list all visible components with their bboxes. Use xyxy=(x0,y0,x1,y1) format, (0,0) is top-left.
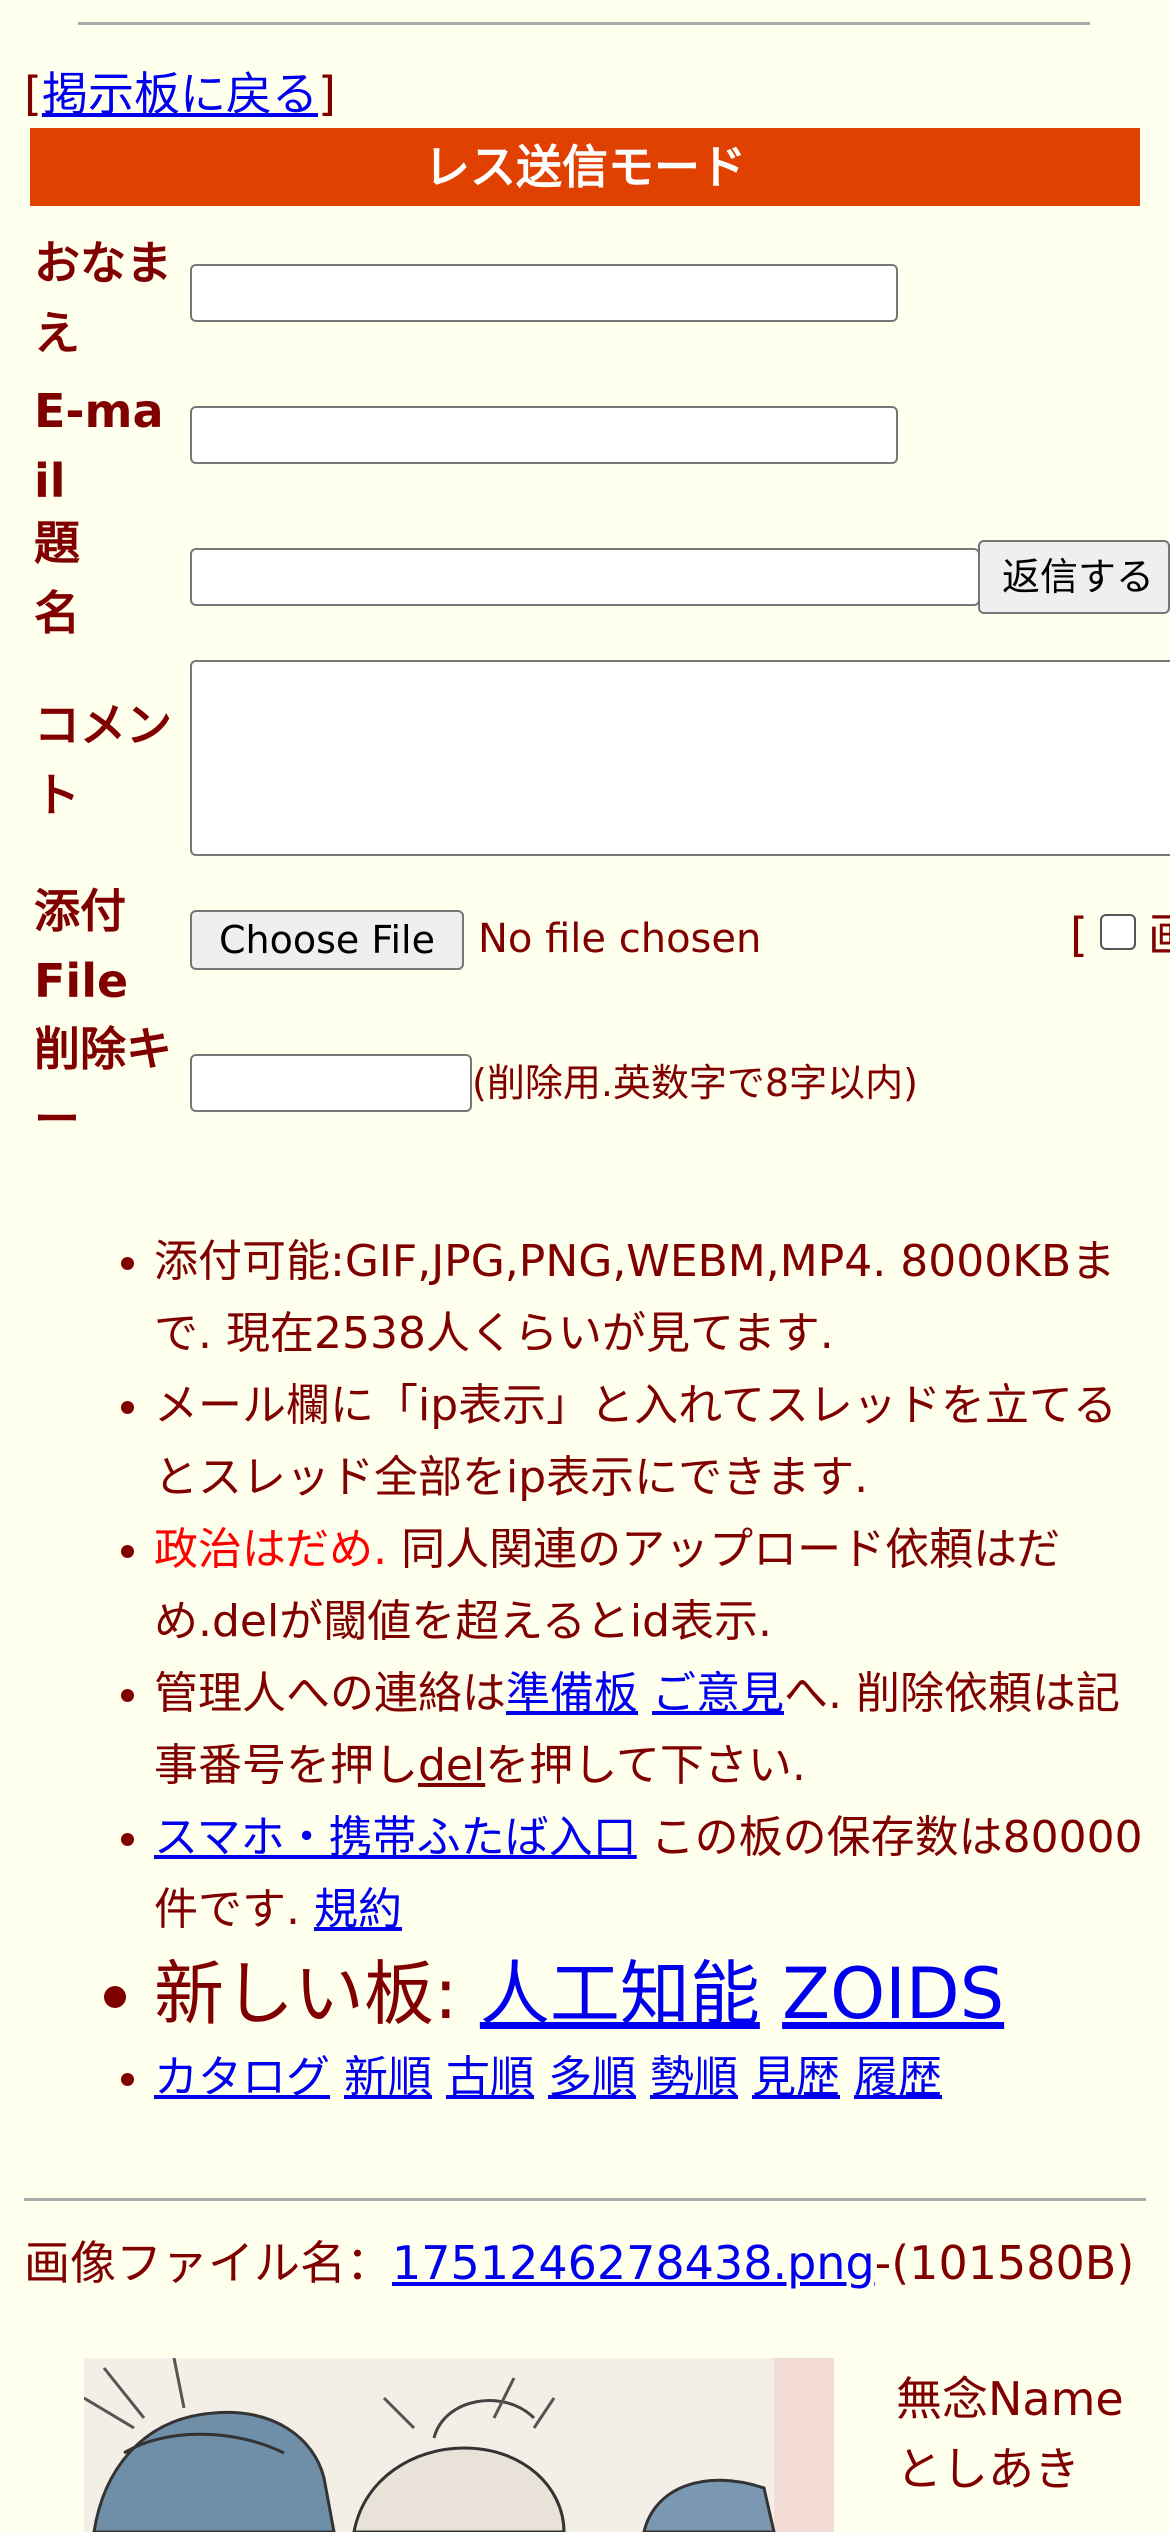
option-bracket: [ xyxy=(1070,908,1088,962)
prep-board-link[interactable]: 準備板 xyxy=(506,1668,638,1719)
info-item-mobile: スマホ・携帯ふたば入口 この板の保存数は80000件です. 規約 xyxy=(154,1802,1150,1946)
post-thumbnail-image[interactable] xyxy=(84,2358,834,2532)
new-board-link-zoids[interactable]: ZOIDS xyxy=(782,1953,1004,2035)
info-politics-warning: 政治はだめ. xyxy=(154,1524,388,1575)
sort-momentum-link[interactable]: 勢順 xyxy=(650,2052,738,2103)
info-item-new-boards: 新しい板: 人工知能 ZOIDS xyxy=(154,1946,1150,2042)
sort-newest-link[interactable]: 新順 xyxy=(344,2052,432,2103)
delete-key-label: 削除キー xyxy=(34,1022,172,1146)
info-ip-text: メール欄に「ip表示」と入れてスレッドを立てるとスレッド全部をip表示にできます… xyxy=(154,1380,1117,1503)
reply-mode-banner: レス送信モード xyxy=(30,128,1140,206)
thumbnail-sketch xyxy=(84,2358,834,2532)
back-close-bracket: ] xyxy=(317,67,336,121)
image-file-size: -(101580B) xyxy=(874,2236,1135,2290)
info-contact-text: 管理人への連絡は xyxy=(154,1668,506,1719)
poster-name: 無念Name としあき xyxy=(896,2364,1124,2504)
comment-label: コメント xyxy=(34,698,172,822)
info-item-contact: 管理人への連絡は準備板 ご意見へ. 削除依頼は記事番号を押しdelを押して下さい… xyxy=(154,1658,1150,1802)
del-link[interactable]: del xyxy=(418,1740,485,1791)
new-boards-label: 新しい板: xyxy=(154,1953,480,2035)
poster-name-line1: 無念Name xyxy=(896,2372,1124,2426)
sort-oldest-link[interactable]: 古順 xyxy=(446,2052,534,2103)
viewed-history-link[interactable]: 見歴 xyxy=(752,2052,840,2103)
no-file-text: No file chosen xyxy=(478,916,762,962)
info-delete-request-end: を押して下さい. xyxy=(485,1740,806,1791)
file-name-prefix: 画像ファイル名： xyxy=(24,2236,392,2290)
back-to-board-link[interactable]: 掲示板に戻る xyxy=(42,67,318,121)
history-link[interactable]: 履歴 xyxy=(854,2052,942,2103)
new-board-link-ai[interactable]: 人工知能 xyxy=(480,1953,760,2035)
info-item-ip: メール欄に「ip表示」と入れてスレッドを立てるとスレッド全部をip表示にできます… xyxy=(154,1370,1150,1514)
sort-most-link[interactable]: 多順 xyxy=(548,2052,636,2103)
image-file-link[interactable]: 1751246278438.png xyxy=(392,2236,875,2290)
mobile-entrance-link[interactable]: スマホ・携帯ふたば入口 xyxy=(154,1812,637,1863)
choose-file-button[interactable]: Choose File xyxy=(190,910,464,970)
file-label: 添付File xyxy=(34,884,129,1008)
info-item-sort-links: カタログ 新順 古順 多順 勢順 見歴 履歴 xyxy=(154,2042,1150,2114)
email-label: E-mail xyxy=(34,384,164,508)
email-input[interactable] xyxy=(190,406,898,464)
terms-link[interactable]: 規約 xyxy=(314,1884,402,1935)
name-label: おなまえ xyxy=(34,236,172,360)
delete-key-note: (削除用.英数字で8字以内) xyxy=(472,1061,918,1105)
poster-name-line2: としあき xyxy=(896,2442,1080,2496)
info-item-rules: 政治はだめ. 同人関連のアップロード依頼はだめ.delが閾値を超えるとid表示. xyxy=(154,1514,1150,1658)
comment-textarea[interactable] xyxy=(190,660,1170,856)
info-filetypes-text: 添付可能:GIF,JPG,PNG,WEBM,MP4. 8000KBまで. 現在2… xyxy=(154,1236,1116,1359)
board-info-list: 添付可能:GIF,JPG,PNG,WEBM,MP4. 8000KBまで. 現在2… xyxy=(0,1226,1150,2114)
image-option-checkbox[interactable] xyxy=(1100,914,1136,950)
info-item-filetypes: 添付可能:GIF,JPG,PNG,WEBM,MP4. 8000KBまで. 現在2… xyxy=(154,1226,1150,1370)
feedback-link[interactable]: ご意見 xyxy=(652,1668,784,1719)
thread-divider xyxy=(24,2198,1146,2201)
top-divider xyxy=(78,22,1090,25)
catalog-link[interactable]: カタログ xyxy=(154,2052,330,2103)
name-input[interactable] xyxy=(190,264,898,322)
back-open-bracket: [ xyxy=(24,67,42,121)
subject-input[interactable] xyxy=(190,548,980,606)
reply-submit-button[interactable]: 返信する xyxy=(978,540,1170,614)
image-option-label: 画 xyxy=(1148,908,1170,962)
back-nav: [掲示板に戻る] xyxy=(24,58,336,124)
delete-key-input[interactable] xyxy=(190,1054,472,1112)
post-file-info: 画像ファイル名：1751246278438.png-(101580B) xyxy=(24,2234,1154,2292)
subject-label: 題名 xyxy=(34,516,80,640)
